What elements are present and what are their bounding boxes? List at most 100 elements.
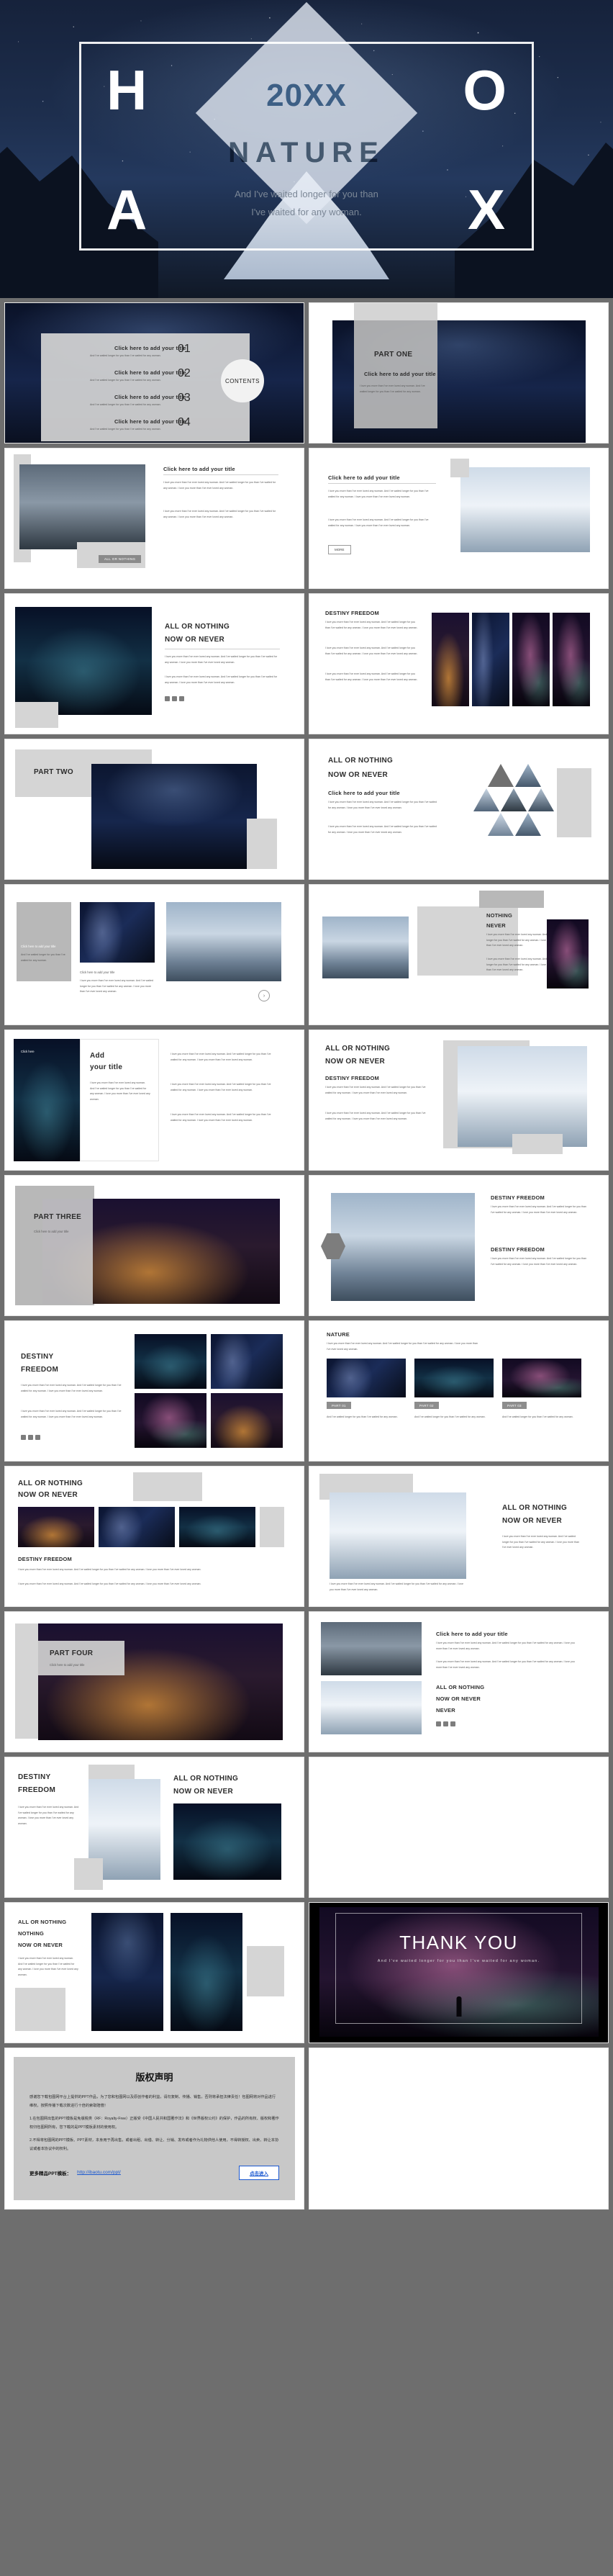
more-button[interactable]: MORE: [328, 545, 351, 554]
slide-four-images[interactable]: DESTINY FREEDOM I love you more than I'v…: [309, 593, 609, 734]
nature-body: I love you more than I've ever loved any…: [327, 1342, 478, 1351]
social-icons[interactable]: [165, 696, 184, 701]
part-01-body: And I've waited longer for you than I've…: [327, 1415, 398, 1418]
aon-body-1: I love you more than I've ever loved any…: [325, 1086, 426, 1094]
part-one-heading: PART ONE: [374, 351, 413, 359]
tree-heading-3: NOW OR NEVER: [18, 1942, 63, 1948]
disclaimer-paragraph-3: 2.不得将包图网的PPT模板、PPT素材，本身用于再出售，或者出租、出借、转让、…: [29, 2138, 279, 2151]
slide-destiny-gallery[interactable]: DESTINY FREEDOM I love you more than I'v…: [4, 1320, 304, 1462]
ppt-template-preview: H O A X 20XX NATURE And I've waited long…: [0, 0, 613, 2210]
slide-click-here-add[interactable]: Click here Add your title I love you mor…: [4, 1030, 304, 1171]
aon-heading-1: ALL OR NOTHING: [325, 1045, 391, 1053]
destiny-social-icons[interactable]: [21, 1435, 40, 1440]
slide-disclaimer[interactable]: 版权声明 感谢您下载包图网平台上提供的PPT作品，为了您和包图网以及原创作者的利…: [4, 2048, 304, 2210]
contents-circle-label: CONTENTS: [221, 359, 264, 402]
hero-letter-a: A: [106, 178, 147, 241]
slide-part-three[interactable]: PART THREE Click here to add your title: [4, 1175, 304, 1316]
facebook-icon[interactable]: [35, 1435, 40, 1440]
tree-heading-1: ALL OR NOTHING: [18, 1919, 67, 1925]
dfp-heading-2: FREEDOM: [18, 1786, 56, 1794]
part-one-body: I love you more than I've ever loved any…: [360, 384, 425, 393]
aurora-body-2: I love you more than I've ever loved any…: [165, 675, 278, 684]
all-or-nothing-button[interactable]: ALL OR NOTHING: [99, 555, 142, 563]
aon3-heading-2: NOW OR NEVER: [18, 1491, 78, 1499]
slide-blank-1[interactable]: [309, 1757, 609, 1898]
part-01-tag: PART 01: [327, 1402, 351, 1409]
slide-nothing-never[interactable]: NOTHING NEVER I love you more than I've …: [309, 884, 609, 1025]
contents-item-num-0: 01: [178, 343, 191, 355]
part-02-body: And I've waited longer for you than I've…: [414, 1415, 486, 1418]
slide-blank-2[interactable]: [309, 2048, 609, 2210]
chat-icon[interactable]: [436, 1721, 441, 1726]
triangle-photo-2: [473, 788, 499, 811]
slide-row-7: PART THREE Click here to add your title …: [4, 1175, 609, 1316]
hero-letter-o: O: [463, 58, 507, 122]
tri-body: I love you more than I've ever loved any…: [328, 801, 437, 809]
slide-image-text-right[interactable]: Click here to add your title I love you …: [309, 448, 609, 589]
add-col-body-1: I love you more than I've ever loved any…: [171, 1053, 271, 1061]
slide-thank-you[interactable]: THANK YOU And I've waited longer for you…: [309, 1902, 609, 2043]
slide-destiny-freedom-pair[interactable]: DESTINY FREEDOM I love you more than I'v…: [4, 1757, 304, 1898]
slide-part-four[interactable]: PART FOUR Click here to add your title: [4, 1611, 304, 1752]
contents-item-title-2: Click here to add your title: [114, 394, 186, 400]
disclaimer-link-label: 更多精品PPT模板：: [29, 2171, 72, 2176]
slide-aurora-text[interactable]: ALL OR NOTHING NOW OR NEVER I love you m…: [4, 593, 304, 734]
slide-nature-three-parts[interactable]: NATURE I love you more than I've ever lo…: [309, 1320, 609, 1462]
snow-heading-2: NOW OR NEVER: [502, 1517, 563, 1525]
hex-body-2: I love you more than I've ever loved any…: [491, 1257, 587, 1266]
aon3-heading-1: ALL OR NOTHING: [18, 1480, 83, 1487]
slide-part-one[interactable]: PART ONE Click here to add your title I …: [309, 302, 609, 443]
hero-main-title: NATURE: [228, 137, 385, 168]
four-img-body: I love you more than I've ever loved any…: [325, 621, 418, 629]
disclaimer-panel: 版权声明 感谢您下载包图网平台上提供的PPT作品，为了您和包图网以及原创作者的利…: [14, 2057, 295, 2200]
slide-aon-nothing-tree[interactable]: ALL OR NOTHING NOTHING NOW OR NEVER I lo…: [4, 1902, 304, 2043]
left-slide-body-2: I love you more than I've ever loved any…: [163, 510, 276, 518]
stack-social-icons[interactable]: [436, 1721, 455, 1726]
slide-contents[interactable]: Click here to add your title And I've wa…: [4, 302, 304, 443]
stack-aon-3: NEVER: [436, 1707, 455, 1713]
add-body: I love you more than I've ever loved any…: [90, 1081, 150, 1101]
slide-part-two[interactable]: PART TWO: [4, 739, 304, 880]
slide-all-or-nothing-destiny[interactable]: ALL OR NOTHING NOW OR NEVER DESTINY FREE…: [309, 1030, 609, 1171]
disclaimer-title: 版权声明: [135, 2072, 173, 2083]
contents-item-num-3: 04: [178, 416, 191, 428]
hero-quote: And I've waited longer for you than I've…: [148, 186, 465, 221]
never-heading: NEVER: [486, 922, 506, 929]
part-03-tag: PART 03: [502, 1402, 527, 1409]
four-img-heading: DESTINY FREEDOM: [325, 610, 379, 616]
slide-row-6: Click here Add your title I love you mor…: [4, 1030, 609, 1171]
slide-hex-destiny[interactable]: DESTINY FREEDOM I love you more than I'v…: [309, 1175, 609, 1316]
hero-quote-line2: I've waited for any woman.: [251, 206, 362, 217]
slide-two-cards[interactable]: Click here to add your title And I've wa…: [4, 884, 304, 1025]
slide-image-text-left[interactable]: Click here to add your title I love you …: [4, 448, 304, 589]
facebook-icon[interactable]: [179, 696, 184, 701]
slide-row-10: PART FOUR Click here to add your title C…: [4, 1611, 609, 1752]
slide-triangles[interactable]: ALL OR NOTHING NOW OR NEVER Click here t…: [309, 739, 609, 880]
hex-heading-2: DESTINY FREEDOM: [491, 1246, 545, 1253]
disclaimer-enter-button[interactable]: 点击进入: [239, 2165, 279, 2180]
facebook-icon[interactable]: [450, 1721, 455, 1726]
disclaimer-link-url[interactable]: http://ibaotu.com/ppt/: [77, 2170, 121, 2175]
aon-heading-2: NOW OR NEVER: [325, 1058, 386, 1066]
hex-heading-1: DESTINY FREEDOM: [491, 1194, 545, 1201]
twitter-icon[interactable]: [443, 1721, 448, 1726]
twitter-icon[interactable]: [172, 696, 177, 701]
hero-letter-x: X: [467, 178, 505, 241]
chat-icon[interactable]: [21, 1435, 26, 1440]
slide-aon-stack[interactable]: Click here to add your title I love you …: [309, 1611, 609, 1752]
chat-icon[interactable]: [165, 696, 170, 701]
slide-snow-aon[interactable]: I love you more than I've ever loved any…: [309, 1466, 609, 1607]
slide-row-9: ALL OR NOTHING NOW OR NEVER DESTINY FREE…: [4, 1466, 609, 1607]
part-three-sub: Click here to add your title: [34, 1230, 69, 1233]
contents-item-title-1: Click here to add your title: [114, 369, 186, 376]
hero-year: 20XX: [266, 78, 347, 113]
four-img-body-2: I love you more than I've ever loved any…: [325, 647, 418, 655]
click-here-label: Click here: [21, 1050, 35, 1053]
left-slide-title: Click here to add your title: [163, 466, 235, 472]
twitter-icon[interactable]: [28, 1435, 33, 1440]
two-cards-desc-1: And I've waited longer for you than I've…: [21, 953, 65, 962]
next-arrow-icon[interactable]: ›: [258, 990, 270, 1001]
disclaimer-link-row: 更多精品PPT模板： http://ibaotu.com/ppt/ 点击进入: [29, 2165, 279, 2180]
slide-aon-three-photos[interactable]: ALL OR NOTHING NOW OR NEVER DESTINY FREE…: [4, 1466, 304, 1607]
contents-item-desc-0: And I've waited longer for you than I've…: [90, 354, 161, 357]
